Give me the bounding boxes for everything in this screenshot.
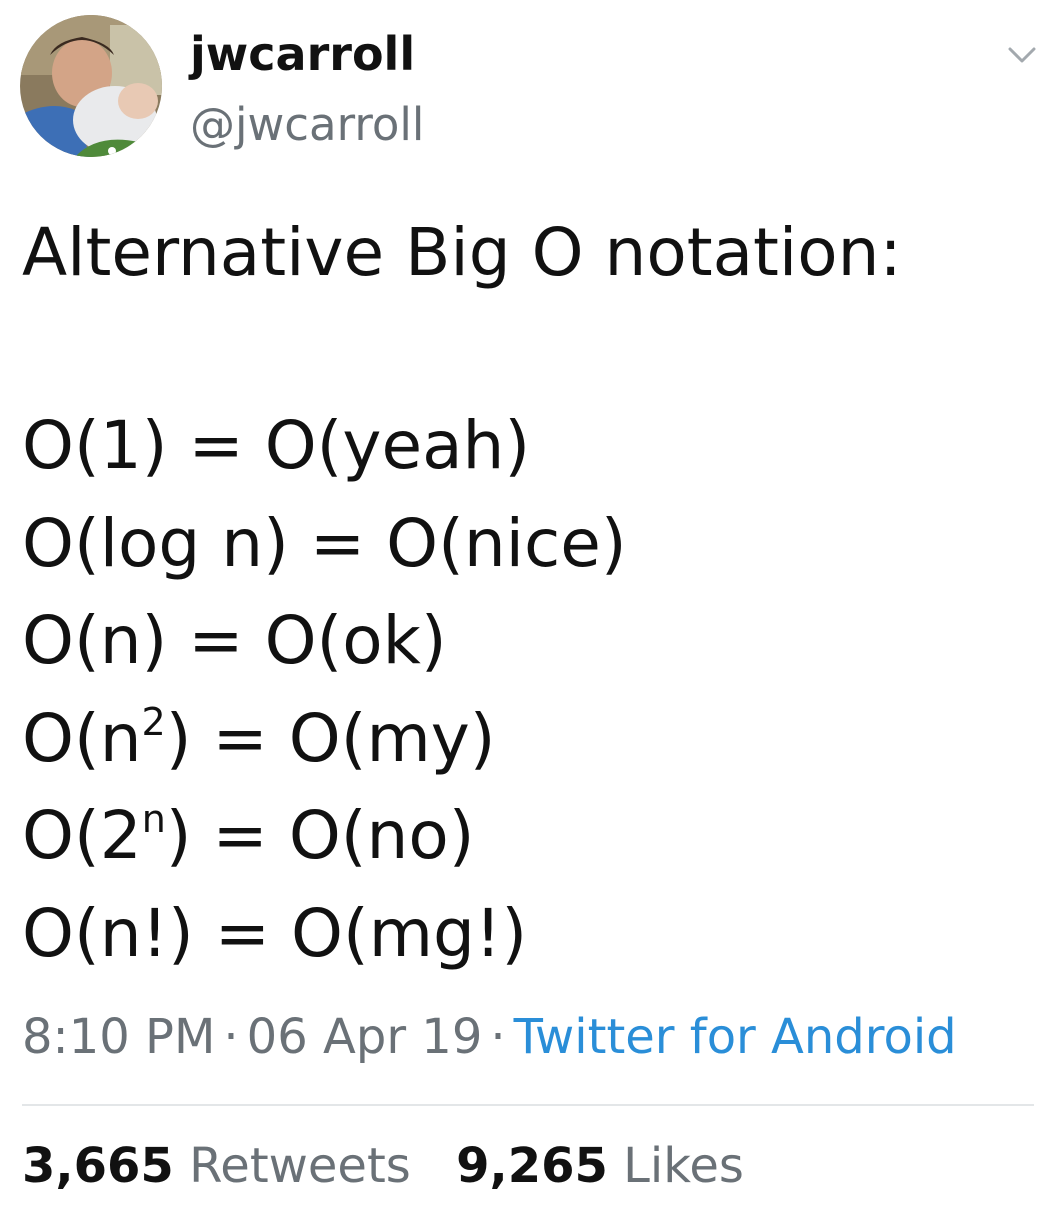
tweet-time[interactable]: 8:10 PM xyxy=(22,1009,215,1065)
likes-stat[interactable]: 9,265 Likes xyxy=(456,1138,744,1194)
notation-row: O(n) = O(ok) xyxy=(22,592,1022,690)
author-display-name[interactable]: jwcarroll xyxy=(190,26,415,82)
notation-right: O(mg!) xyxy=(291,894,528,972)
notation-row: O(1) = O(yeah) xyxy=(22,397,1022,495)
tweet-meta: 8:10 PM · 06 Apr 19 · Twitter for Android xyxy=(22,1005,957,1069)
retweets-stat[interactable]: 3,665 Retweets xyxy=(22,1138,426,1194)
likes-count: 9,265 xyxy=(456,1138,608,1194)
equals-sign: = xyxy=(212,797,268,874)
notation-row: O(n2) = O(my) xyxy=(22,690,1022,788)
notation-right: O(no) xyxy=(288,797,475,874)
equals-sign: = xyxy=(188,407,244,484)
tweet-card: jwcarroll @jwcarroll Alternative Big O n… xyxy=(0,0,1044,1211)
notation-left: O(n!) xyxy=(22,894,194,972)
meta-separator: · xyxy=(223,1009,239,1065)
tweet-date[interactable]: 06 Apr 19 xyxy=(247,1009,483,1065)
chevron-down-icon[interactable] xyxy=(1002,40,1042,70)
equals-sign: = xyxy=(214,894,271,972)
author-handle[interactable]: @jwcarroll xyxy=(190,97,424,153)
tweet-source-link[interactable]: Twitter for Android xyxy=(514,1009,957,1065)
avatar-image xyxy=(20,15,162,157)
notation-left: O(2n) xyxy=(22,797,192,874)
notation-right: O(yeah) xyxy=(264,407,531,484)
tweet-stats: 3,665 Retweets 9,265 Likes xyxy=(22,1134,744,1198)
notation-right: O(my) xyxy=(288,699,496,777)
retweets-count: 3,665 xyxy=(22,1138,174,1194)
divider xyxy=(22,1104,1034,1106)
notation-left: O(1) xyxy=(22,407,168,484)
retweets-label: Retweets xyxy=(189,1138,411,1194)
notation-left: O(log n) xyxy=(22,504,289,582)
notation-right: O(ok) xyxy=(264,602,447,679)
avatar[interactable] xyxy=(20,15,162,157)
equals-sign: = xyxy=(309,504,366,582)
meta-separator: · xyxy=(490,1009,506,1065)
notation-row: O(2n) = O(no) xyxy=(22,787,1022,885)
notation-right: O(nice) xyxy=(386,504,627,582)
likes-label: Likes xyxy=(623,1138,744,1194)
equals-sign: = xyxy=(212,699,268,777)
exponent: n xyxy=(141,797,166,841)
tweet-text: Alternative Big O notation: O(1) = O(yea… xyxy=(22,205,1022,982)
notation-row: O(log n) = O(nice) xyxy=(22,495,1022,593)
exponent: 2 xyxy=(141,699,166,744)
notation-left: O(n2) xyxy=(22,699,192,777)
equals-sign: = xyxy=(188,602,244,679)
notation-row: O(n!) = O(mg!) xyxy=(22,885,1022,983)
notation-left: O(n) xyxy=(22,602,168,679)
tweet-headline: Alternative Big O notation: xyxy=(22,214,902,291)
